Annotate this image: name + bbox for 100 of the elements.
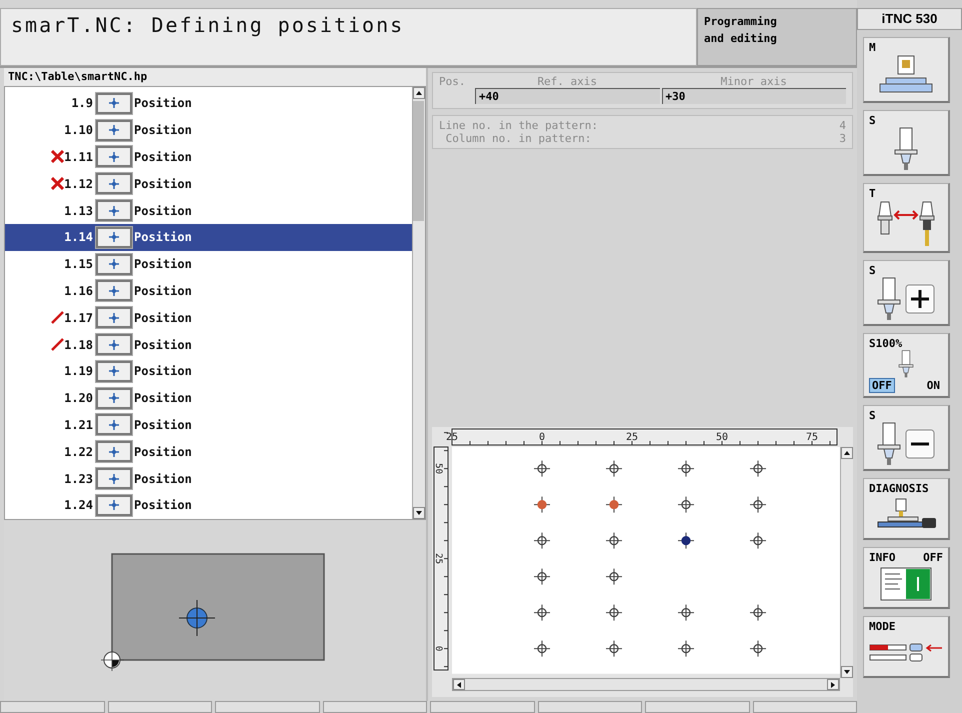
position-icon bbox=[109, 393, 119, 404]
scroll-down-button[interactable] bbox=[841, 666, 853, 678]
position-icon bbox=[109, 340, 119, 350]
plus-icon bbox=[905, 284, 935, 314]
row-label: Position bbox=[134, 310, 192, 325]
override-option[interactable]: ON bbox=[924, 378, 943, 393]
column-header: Minor axis bbox=[720, 75, 788, 88]
position-icon bbox=[109, 125, 119, 136]
softkey-label: OFF bbox=[923, 551, 943, 564]
row-label: Position bbox=[134, 123, 192, 138]
softkey-button[interactable] bbox=[215, 701, 320, 713]
softkey-button[interactable]: M bbox=[863, 37, 950, 103]
row-number: 1.10 bbox=[64, 123, 93, 138]
row-label: Position bbox=[134, 176, 192, 191]
softkey-button[interactable] bbox=[430, 701, 534, 713]
softkey-label: M bbox=[869, 41, 876, 54]
position-icon bbox=[109, 98, 119, 108]
softkey-button[interactable] bbox=[538, 701, 642, 713]
tree-row[interactable]: 1.13 Position bbox=[5, 197, 412, 224]
scroll-down-button[interactable] bbox=[413, 507, 425, 519]
row-number: 1.9 bbox=[71, 96, 93, 110]
info-value: 3 bbox=[839, 132, 846, 145]
row-number: 1.22 bbox=[64, 444, 93, 459]
mode-text: and editing bbox=[704, 31, 778, 47]
position-icon bbox=[109, 259, 119, 270]
tree-row[interactable]: 1.23 Position bbox=[5, 465, 412, 492]
position-icon bbox=[109, 152, 119, 162]
position-icon bbox=[109, 446, 119, 457]
scroll-right-button[interactable] bbox=[827, 679, 839, 690]
left-arrow-icon bbox=[457, 682, 461, 688]
minus-icon bbox=[905, 429, 935, 459]
softkey-label: S bbox=[869, 409, 876, 422]
softkey-button[interactable] bbox=[108, 701, 212, 713]
row-label: Position bbox=[134, 257, 192, 272]
scroll-up-button[interactable] bbox=[413, 87, 425, 99]
ruler-label: 25 bbox=[626, 432, 638, 443]
row-number: 1.19 bbox=[64, 364, 93, 378]
tree-row[interactable]: 1.16 Position bbox=[5, 278, 412, 304]
softkey-button[interactable]: DIAGNOSIS bbox=[863, 478, 950, 540]
position-icon bbox=[109, 420, 119, 430]
position-icon bbox=[109, 500, 119, 510]
tree-row[interactable]: 1.14 Position bbox=[5, 224, 412, 251]
row-number: 1.20 bbox=[64, 391, 93, 406]
softkey-button[interactable]: MODE bbox=[863, 616, 950, 678]
tree-row[interactable]: 1.10 Position bbox=[5, 116, 412, 144]
row-number: 1.21 bbox=[64, 418, 93, 432]
tree-row[interactable]: 1.18 Position bbox=[5, 331, 412, 358]
tree-row[interactable]: 1.15 Position bbox=[5, 250, 412, 278]
row-number: 1.13 bbox=[64, 204, 93, 218]
tree-row[interactable]: 1.9 Position bbox=[5, 90, 412, 117]
mode-text: Programming bbox=[704, 14, 778, 30]
info-label: Column no. in pattern: bbox=[444, 132, 592, 145]
softkey-label: MODE bbox=[869, 620, 896, 633]
ruler-label: 0 bbox=[538, 432, 546, 443]
softkey-button[interactable]: S bbox=[863, 405, 950, 471]
softkey-button[interactable]: INFO OFF bbox=[863, 547, 950, 609]
row-label: Position bbox=[134, 498, 192, 512]
tree-row[interactable]: 1.24 Position bbox=[5, 492, 412, 519]
brand-label: iTNC 530 bbox=[857, 8, 962, 30]
tree-row[interactable]: 1.22 Position bbox=[5, 438, 412, 466]
ruler-label: 25 bbox=[433, 553, 443, 564]
softkey-button[interactable]: T bbox=[863, 183, 950, 253]
softkey-button[interactable] bbox=[645, 701, 750, 713]
spindle-icon bbox=[877, 277, 901, 321]
tool-change-icon bbox=[875, 200, 937, 248]
tree-row[interactable]: 1.12 Position bbox=[5, 170, 412, 198]
softkey-button[interactable] bbox=[322, 701, 427, 713]
file-path: TNC:\Table\smartNC.hp bbox=[4, 68, 426, 86]
position-icon bbox=[109, 312, 119, 323]
window-title: smarT.NC: Defining positions bbox=[0, 8, 697, 66]
row-label: Position bbox=[134, 444, 192, 459]
override-softkey[interactable]: S100% OFF ON bbox=[863, 333, 950, 398]
down-arrow-icon bbox=[844, 670, 850, 674]
tree-row[interactable]: 1.21 Position bbox=[5, 412, 412, 438]
override-option[interactable]: OFF bbox=[869, 378, 895, 393]
scroll-thumb[interactable] bbox=[413, 101, 424, 221]
position-icon bbox=[109, 232, 119, 242]
tree-row[interactable]: 1.11 Position bbox=[5, 144, 412, 170]
input-field[interactable]: +40 bbox=[475, 88, 660, 104]
scroll-up-button[interactable] bbox=[841, 447, 853, 459]
ruler-label: 50 bbox=[433, 463, 443, 474]
softkey-button[interactable]: S bbox=[863, 260, 950, 326]
row-number: 1.16 bbox=[64, 284, 93, 298]
ruler-label: 50 bbox=[716, 432, 728, 443]
tree-row[interactable]: 1.20 Position bbox=[5, 384, 412, 412]
up-arrow-icon bbox=[416, 91, 422, 95]
down-arrow-icon bbox=[416, 511, 422, 515]
scroll-left-button[interactable] bbox=[453, 679, 465, 690]
softkey-label: S bbox=[869, 264, 876, 277]
position-icon bbox=[109, 366, 119, 376]
softkey-label: DIAGNOSIS bbox=[869, 482, 929, 495]
ruler-label: 75 bbox=[806, 432, 818, 443]
tree-row[interactable]: 1.19 Position bbox=[5, 358, 412, 385]
position-icon bbox=[109, 206, 119, 216]
softkey-button[interactable]: S bbox=[863, 110, 950, 176]
softkey-button[interactable] bbox=[752, 701, 857, 713]
softkey-button[interactable] bbox=[0, 701, 104, 713]
tree-row[interactable]: 1.17 Position bbox=[5, 304, 412, 332]
input-field[interactable]: +30 bbox=[662, 88, 846, 104]
row-number: 1.17 bbox=[64, 310, 93, 325]
